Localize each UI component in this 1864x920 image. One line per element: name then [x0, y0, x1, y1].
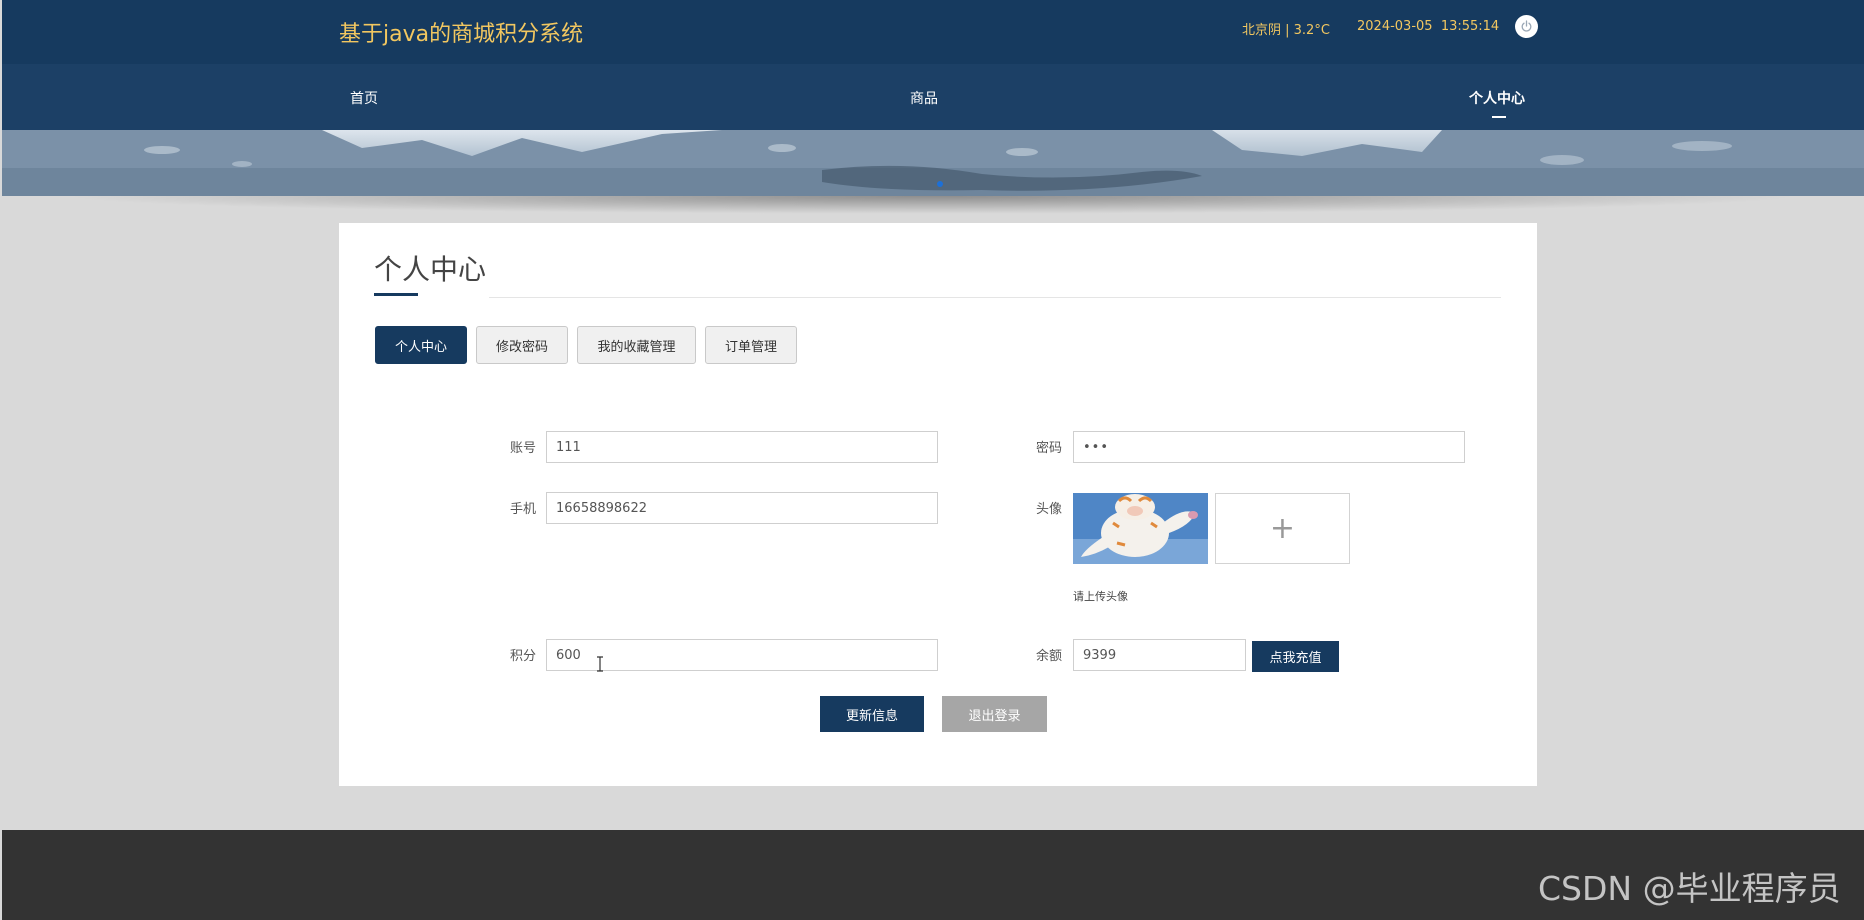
title-divider [489, 297, 1501, 298]
tab-change-password[interactable]: 修改密码 [476, 326, 568, 364]
tab-favorites[interactable]: 我的收藏管理 [577, 326, 696, 364]
logout-button[interactable]: 退出登录 [942, 696, 1047, 732]
datetime-display: 2024-03-05 13:55:14 [1357, 19, 1500, 34]
csdn-watermark: CSDN @毕业程序员 [1538, 869, 1841, 908]
nav-item-products[interactable]: 商品 [910, 88, 938, 108]
account-field[interactable]: 111 [546, 431, 938, 463]
phone-field[interactable]: 16658898622 [546, 492, 938, 524]
main-nav: 首页 商品 个人中心 [2, 64, 1864, 130]
nav-active-indicator [1492, 116, 1506, 118]
password-field[interactable]: ••• [1073, 431, 1465, 463]
phone-label: 手机 [510, 502, 537, 517]
site-title: 基于java的商城积分系统 [339, 22, 584, 47]
points-label: 积分 [510, 649, 537, 664]
recharge-button[interactable]: 点我充值 [1252, 641, 1339, 672]
tab-personal-center[interactable]: 个人中心 [375, 326, 467, 364]
nav-item-home[interactable]: 首页 [350, 88, 378, 108]
balance-field[interactable]: 9399 [1073, 639, 1246, 671]
personal-center-card: 个人中心 个人中心 修改密码 我的收藏管理 订单管理 账号 111 密码 •••… [339, 223, 1537, 786]
title-accent-bar [374, 293, 418, 296]
avatar-label: 头像 [1036, 502, 1063, 517]
avatar-upload-button[interactable]: + [1215, 493, 1350, 564]
balance-label: 余额 [1036, 649, 1063, 664]
plus-icon: + [1269, 511, 1296, 546]
power-icon [1521, 20, 1532, 32]
page-title: 个人中心 [374, 253, 487, 286]
banner-shadow [60, 196, 1804, 214]
password-label: 密码 [1036, 441, 1063, 456]
hero-banner [2, 130, 1864, 196]
tab-orders[interactable]: 订单管理 [705, 326, 797, 364]
text-cursor-icon [597, 656, 603, 672]
update-info-button[interactable]: 更新信息 [820, 696, 924, 732]
nav-item-personal-center[interactable]: 个人中心 [1469, 88, 1525, 108]
weather-info: 北京阴 | 3.2°C [1242, 23, 1330, 38]
avatar-image [1073, 493, 1208, 564]
avatar-upload-tip: 请上传头像 [1073, 590, 1128, 603]
top-header: 基于java的商城积分系统 北京阴 | 3.2°C 2024-03-05 13:… [2, 0, 1864, 64]
water-ice-image [2, 130, 1864, 196]
logout-power-button[interactable] [1515, 15, 1538, 38]
account-label: 账号 [510, 441, 537, 456]
